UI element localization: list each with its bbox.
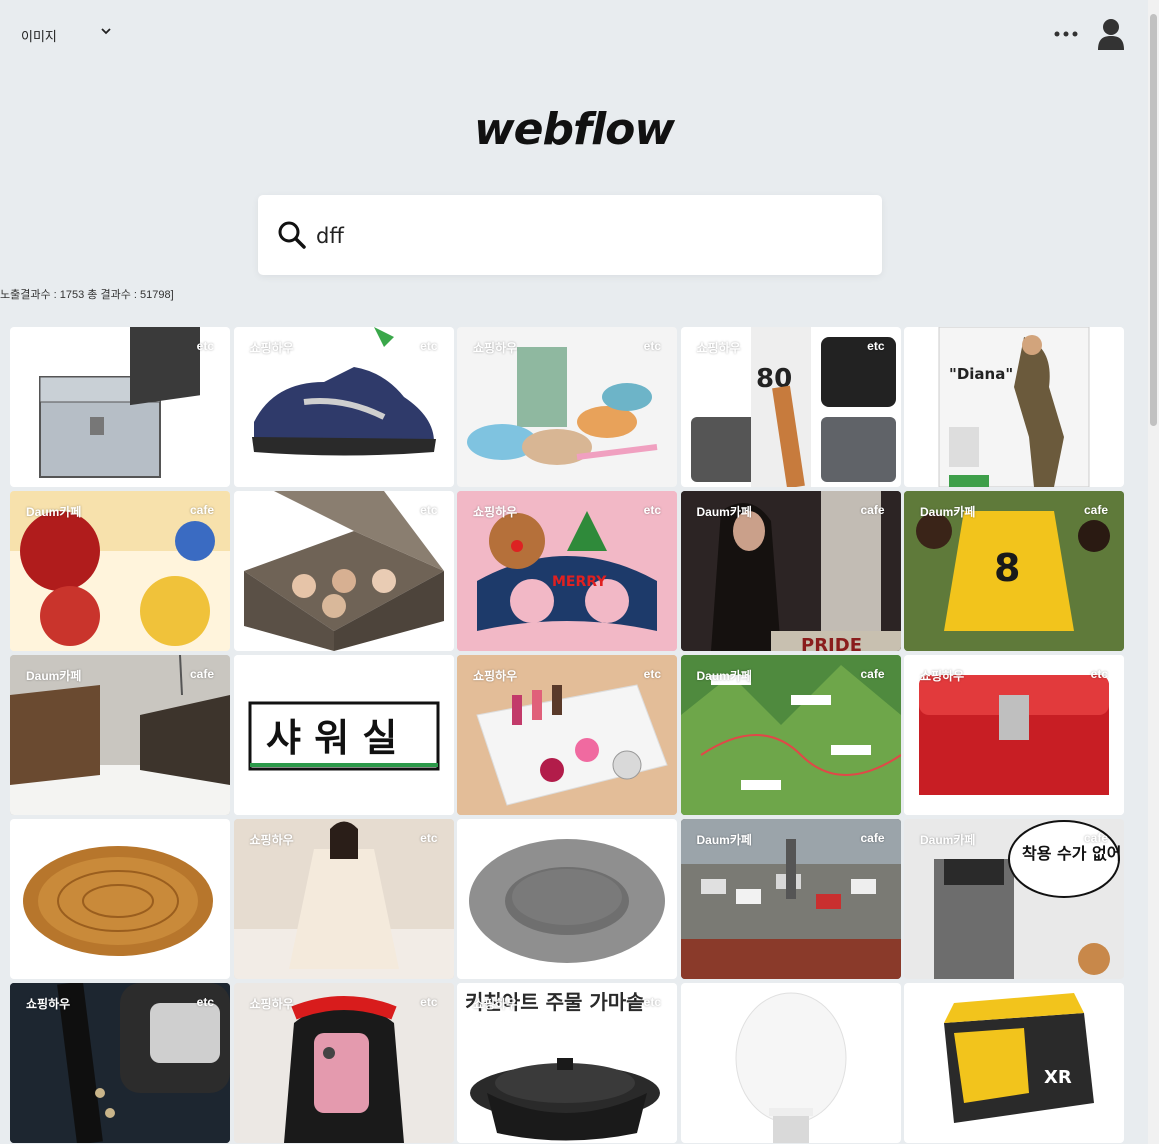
image-result-card[interactable] xyxy=(680,983,901,1143)
svg-text:PRIDE: PRIDE xyxy=(801,635,862,651)
result-source-label: 쇼핑하우 xyxy=(249,997,294,1011)
result-type-label: etc xyxy=(643,503,661,517)
result-source-label: 쇼핑하우 xyxy=(473,997,518,1011)
result-source-label: 쇼핑하우 xyxy=(473,669,518,683)
image-result-card[interactable] xyxy=(457,819,677,979)
result-count: 노출결과수 : 1753 총 결과수 : 51798] xyxy=(0,289,174,301)
chevron-down-icon xyxy=(101,27,111,38)
result-source-label: Daum카페 xyxy=(696,669,752,683)
result-type-label: etc xyxy=(867,339,885,353)
result-type-label: cafe xyxy=(860,667,885,681)
rattan-mat-image xyxy=(23,846,213,956)
search-icon[interactable] xyxy=(278,221,306,249)
more-dots-icon xyxy=(1054,31,1078,37)
result-source-label: Daum카페 xyxy=(26,669,82,683)
result-source-label: 쇼핑하우 xyxy=(920,669,965,683)
image-result-card[interactable]: 쇼핑하우 etc xyxy=(233,983,454,1143)
result-source-label: 쇼핑하우 xyxy=(249,341,294,355)
result-type-label: cafe xyxy=(189,503,214,517)
svg-text:XR: XR xyxy=(1044,1067,1072,1088)
image-result-card[interactable]: 키친아트 주물 가마솥 쇼핑하우 etc xyxy=(457,983,677,1143)
svg-text:MERRY: MERRY xyxy=(552,574,607,590)
image-result-card[interactable]: 쇼핑하우 etc xyxy=(457,327,677,487)
image-result-card[interactable]: XR xyxy=(904,983,1124,1143)
scrollbar-thumb[interactable] xyxy=(1150,14,1157,426)
image-result-card[interactable]: Daum카페 cafe xyxy=(10,655,230,815)
search-input[interactable] xyxy=(314,217,858,255)
result-source-label: 쇼핑하우 xyxy=(26,997,71,1011)
result-source-label: Daum카페 xyxy=(920,833,976,847)
scrollbar[interactable] xyxy=(1148,0,1159,1144)
image-result-card[interactable] xyxy=(10,819,230,979)
user-account-button[interactable] xyxy=(1096,18,1126,52)
result-type-label: etc xyxy=(420,339,438,353)
image-result-card[interactable]: 쇼핑하우 etc xyxy=(233,327,454,487)
more-options-button[interactable] xyxy=(1052,22,1080,46)
image-result-card[interactable]: MERRY 쇼핑하우 etc xyxy=(457,491,677,651)
top-bar: 이미지 xyxy=(0,0,1148,70)
result-type-label: cafe xyxy=(860,831,885,845)
result-source-label: 쇼핑하우 xyxy=(473,505,518,519)
result-type-label: cafe xyxy=(189,667,214,681)
image-result-card[interactable]: 쇼핑하우 etc xyxy=(10,983,230,1143)
result-type-label: etc xyxy=(643,339,661,353)
user-icon xyxy=(1098,19,1124,50)
light-bulb-image xyxy=(735,992,846,1143)
pet-bed-image xyxy=(469,839,665,963)
svg-text:착용 수가 없어: 착용 수가 없어 xyxy=(1022,844,1121,863)
result-source-label: Daum카페 xyxy=(920,505,976,519)
result-type-label: etc xyxy=(196,995,214,1009)
image-result-card[interactable]: PRIDE Daum카페 cafe xyxy=(680,491,901,651)
result-type-label: cafe xyxy=(860,503,885,517)
result-source-label: 쇼핑하우 xyxy=(473,341,518,355)
image-result-card[interactable]: Daum카페 cafe xyxy=(680,655,901,815)
search-type-select[interactable]: 이미지 xyxy=(21,26,111,45)
image-result-card[interactable]: 80 쇼핑하우 etc xyxy=(680,327,901,487)
image-result-card[interactable]: "Diana" xyxy=(904,327,1124,487)
image-result-card[interactable]: 8 Daum카페 cafe xyxy=(904,491,1124,651)
image-result-card[interactable]: 쇼핑하우 etc xyxy=(457,655,677,815)
result-type-label: etc xyxy=(420,995,438,1009)
result-source-label: 쇼핑하우 xyxy=(696,341,741,355)
site-logo[interactable]: webflow xyxy=(0,104,1148,155)
image-result-card[interactable]: Daum카페 cafe xyxy=(680,819,901,979)
result-type-label: cafe xyxy=(1083,503,1108,517)
search-type-label: 이미지 xyxy=(21,30,57,45)
battery-image: XR xyxy=(944,993,1094,1123)
image-result-card[interactable]: etc xyxy=(10,327,230,487)
image-result-card[interactable]: 쇼핑하우 etc xyxy=(233,819,454,979)
result-source-label: Daum카페 xyxy=(696,833,752,847)
svg-text:"Diana": "Diana" xyxy=(949,365,1013,383)
result-type-label: etc xyxy=(420,831,438,845)
image-result-card[interactable]: 착용 수가 없어 Daum카페 cafe xyxy=(904,819,1124,979)
figure-diana-image: "Diana" xyxy=(938,327,1090,487)
result-type-label: etc xyxy=(196,339,214,353)
svg-text:샤 워 실: 샤 워 실 xyxy=(266,716,397,760)
image-result-card[interactable]: 샤 워 실 xyxy=(233,655,454,815)
image-result-card[interactable]: 쇼핑하우 etc xyxy=(904,655,1124,815)
svg-text:8: 8 xyxy=(994,546,1020,590)
result-type-label: cafe xyxy=(1083,831,1108,845)
result-source-label: Daum카페 xyxy=(696,505,752,519)
image-results-grid: etc 쇼핑하우 etc 쇼핑하우 etc 80 쇼핑하우 etc "Diana" Daum카페 c… xyxy=(10,327,1124,1143)
search-box xyxy=(258,195,882,275)
image-result-card[interactable]: etc xyxy=(233,491,454,651)
image-result-card[interactable]: Daum카페 cafe xyxy=(10,491,230,651)
result-type-label: etc xyxy=(643,995,661,1009)
shower-sign-image: 샤 워 실 xyxy=(233,655,454,815)
result-source-label: 쇼핑하우 xyxy=(249,833,294,847)
result-source-label: Daum카페 xyxy=(26,505,82,519)
result-type-label: etc xyxy=(420,503,438,517)
result-type-label: etc xyxy=(643,667,661,681)
result-type-label: etc xyxy=(1090,667,1108,681)
